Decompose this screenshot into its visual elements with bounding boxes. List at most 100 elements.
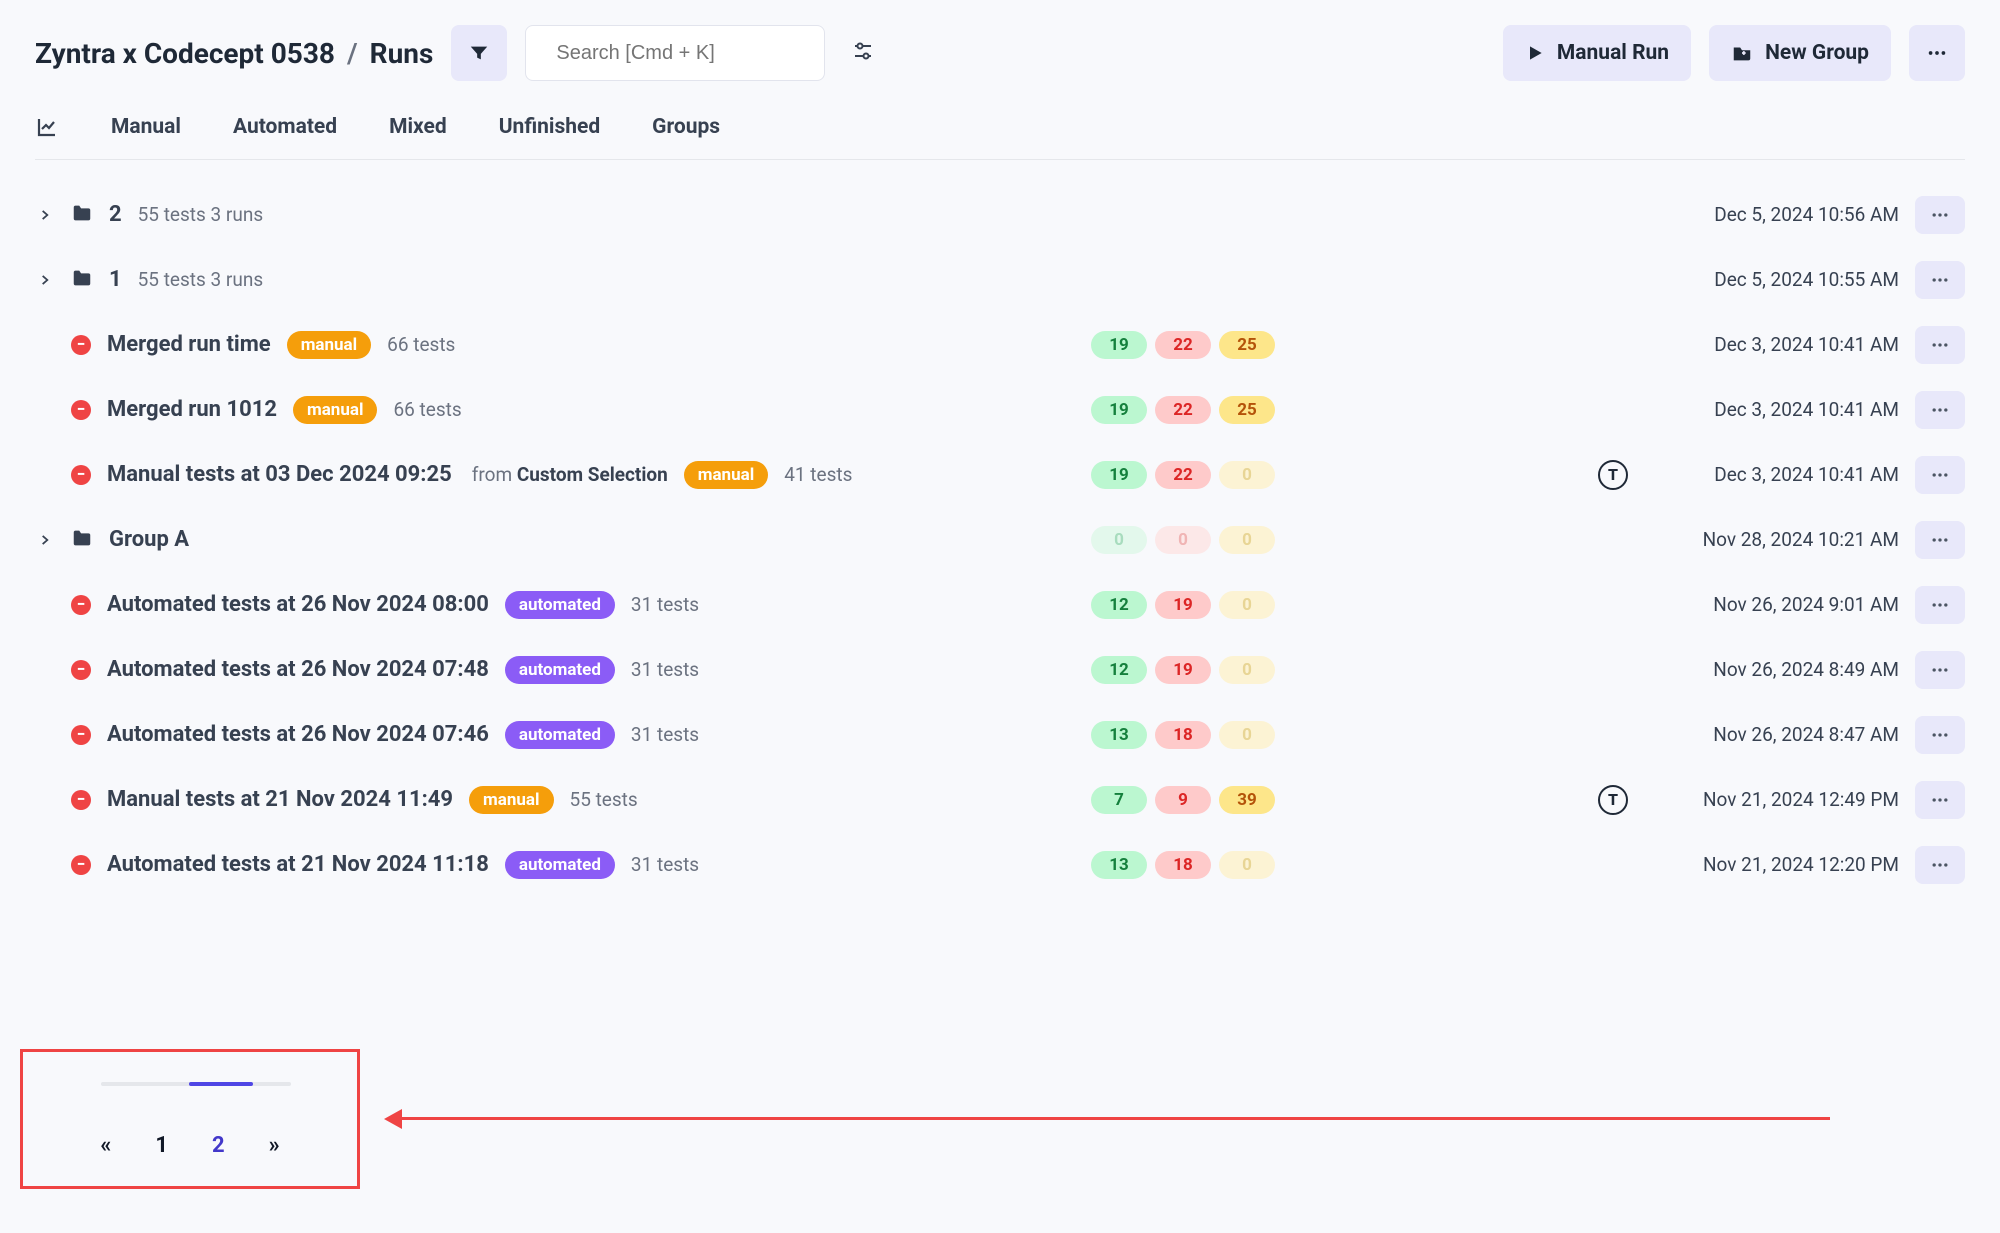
failed-count: 19 [1155, 656, 1211, 684]
tab-manual[interactable]: Manual [111, 115, 181, 139]
row-menu-button[interactable] [1915, 651, 1965, 689]
folder-icon [71, 527, 93, 553]
filter-button[interactable] [451, 25, 507, 81]
pill-group: 12 19 0 [1091, 656, 1311, 684]
passed-count: 19 [1091, 396, 1147, 424]
run-meta: 31 tests [631, 723, 699, 746]
pending-count: 0 [1219, 461, 1275, 489]
assignee-badge[interactable]: T [1598, 785, 1628, 815]
breadcrumb-page: Runs [370, 37, 434, 70]
run-meta: 31 tests [631, 853, 699, 876]
run-name: Manual tests at 03 Dec 2024 09:25 [107, 462, 452, 487]
run-meta: 66 tests [393, 398, 461, 421]
run-row[interactable]: Manual tests at 21 Nov 2024 11:49manual5… [35, 767, 1965, 832]
row-menu-button[interactable] [1915, 846, 1965, 884]
pill-group: 13 18 0 [1091, 721, 1311, 749]
passed-count: 13 [1091, 851, 1147, 879]
row-menu-button[interactable] [1915, 196, 1965, 234]
pending-count: 39 [1219, 786, 1275, 814]
run-row[interactable]: Merged run 1012manual66 tests192225Dec 3… [35, 377, 1965, 442]
passed-count: 12 [1091, 591, 1147, 619]
run-row[interactable]: Merged run timemanual66 tests192225Dec 3… [35, 312, 1965, 377]
passed-count: 13 [1091, 721, 1147, 749]
run-timestamp: Nov 28, 2024 10:21 AM [1669, 528, 1899, 551]
run-name: Manual tests at 21 Nov 2024 11:49 [107, 787, 453, 812]
new-group-icon [1731, 42, 1753, 64]
tab-mixed[interactable]: Mixed [389, 115, 447, 139]
new-group-button[interactable]: New Group [1709, 25, 1891, 81]
row-menu-button[interactable] [1915, 716, 1965, 754]
status-badge [71, 595, 91, 615]
failed-count: 19 [1155, 591, 1211, 619]
breadcrumb-project[interactable]: Zyntra x Codecept 0538 [35, 37, 335, 70]
more-menu-button[interactable] [1909, 25, 1965, 81]
row-menu-button[interactable] [1915, 261, 1965, 299]
search-input[interactable] [556, 42, 821, 65]
folder-icon [71, 267, 93, 293]
run-tag: automated [505, 591, 615, 619]
run-meta: 55 tests 3 runs [138, 203, 264, 226]
row-menu-button[interactable] [1915, 456, 1965, 494]
pill-group: 192225 [1091, 331, 1311, 359]
run-row[interactable]: Automated tests at 26 Nov 2024 07:48auto… [35, 637, 1965, 702]
expand-toggle[interactable] [35, 273, 55, 287]
row-menu-button[interactable] [1915, 521, 1965, 559]
manual-run-button[interactable]: Manual Run [1503, 25, 1691, 81]
pill-group: 192225 [1091, 396, 1311, 424]
run-row[interactable]: Automated tests at 21 Nov 2024 11:18auto… [35, 832, 1965, 897]
run-name: Automated tests at 26 Nov 2024 07:48 [107, 657, 489, 682]
run-timestamp: Dec 3, 2024 10:41 AM [1669, 333, 1899, 356]
status-badge [71, 855, 91, 875]
run-row[interactable]: 155 tests 3 runsDec 5, 2024 10:55 AM [35, 247, 1965, 312]
run-name: 1 [109, 267, 122, 292]
page-header: Zyntra x Codecept 0538 / Runs Manual Run… [35, 25, 1965, 81]
run-tag: manual [287, 331, 371, 359]
run-timestamp: Nov 21, 2024 12:20 PM [1669, 853, 1899, 876]
pending-count: 25 [1219, 331, 1275, 359]
page-next[interactable]: » [269, 1133, 280, 1158]
status-badge [71, 725, 91, 745]
run-row[interactable]: Automated tests at 26 Nov 2024 07:46auto… [35, 702, 1965, 767]
page-1[interactable]: 1 [155, 1133, 168, 1158]
tab-automated[interactable]: Automated [233, 115, 337, 139]
run-row[interactable]: Manual tests at 03 Dec 2024 09:25from Cu… [35, 442, 1965, 507]
expand-toggle[interactable] [35, 208, 55, 222]
pending-count: 0 [1219, 851, 1275, 879]
search-box[interactable] [525, 25, 825, 81]
run-meta: 55 tests [570, 788, 638, 811]
expand-toggle[interactable] [35, 533, 55, 547]
tab-groups[interactable]: Groups [652, 115, 720, 139]
row-menu-button[interactable] [1915, 391, 1965, 429]
pending-count: 0 [1219, 656, 1275, 684]
row-menu-button[interactable] [1915, 781, 1965, 819]
pending-count: 0 [1219, 721, 1275, 749]
passed-count: 7 [1091, 786, 1147, 814]
page-2[interactable]: 2 [212, 1133, 225, 1158]
run-row[interactable]: Group A000Nov 28, 2024 10:21 AM [35, 507, 1965, 572]
row-menu-button[interactable] [1915, 326, 1965, 364]
pill-group: 12 19 0 [1091, 591, 1311, 619]
run-name: 2 [109, 202, 122, 227]
tab-unfinished[interactable]: Unfinished [499, 115, 600, 139]
run-row[interactable]: 255 tests 3 runsDec 5, 2024 10:56 AM [35, 182, 1965, 247]
failed-count: 22 [1155, 461, 1211, 489]
status-badge [71, 465, 91, 485]
search-settings-button[interactable] [851, 39, 875, 67]
breadcrumb: Zyntra x Codecept 0538 / Runs [35, 37, 433, 70]
failed-count: 18 [1155, 721, 1211, 749]
pending-count: 0 [1219, 591, 1275, 619]
passed-count: 12 [1091, 656, 1147, 684]
failed-count: 18 [1155, 851, 1211, 879]
chart-tab-icon[interactable] [35, 115, 59, 139]
pending-count: 25 [1219, 396, 1275, 424]
page-prev[interactable]: « [100, 1133, 111, 1158]
run-meta: 41 tests [784, 463, 852, 486]
assignee-badge[interactable]: T [1598, 460, 1628, 490]
run-tag: manual [684, 461, 768, 489]
run-row[interactable]: Automated tests at 26 Nov 2024 08:00auto… [35, 572, 1965, 637]
run-timestamp: Dec 3, 2024 10:41 AM [1669, 463, 1899, 486]
run-timestamp: Nov 21, 2024 12:49 PM [1669, 788, 1899, 811]
row-menu-button[interactable] [1915, 586, 1965, 624]
pagination: « 1 2 » [23, 1133, 357, 1158]
pill-group: 000 [1091, 526, 1311, 554]
